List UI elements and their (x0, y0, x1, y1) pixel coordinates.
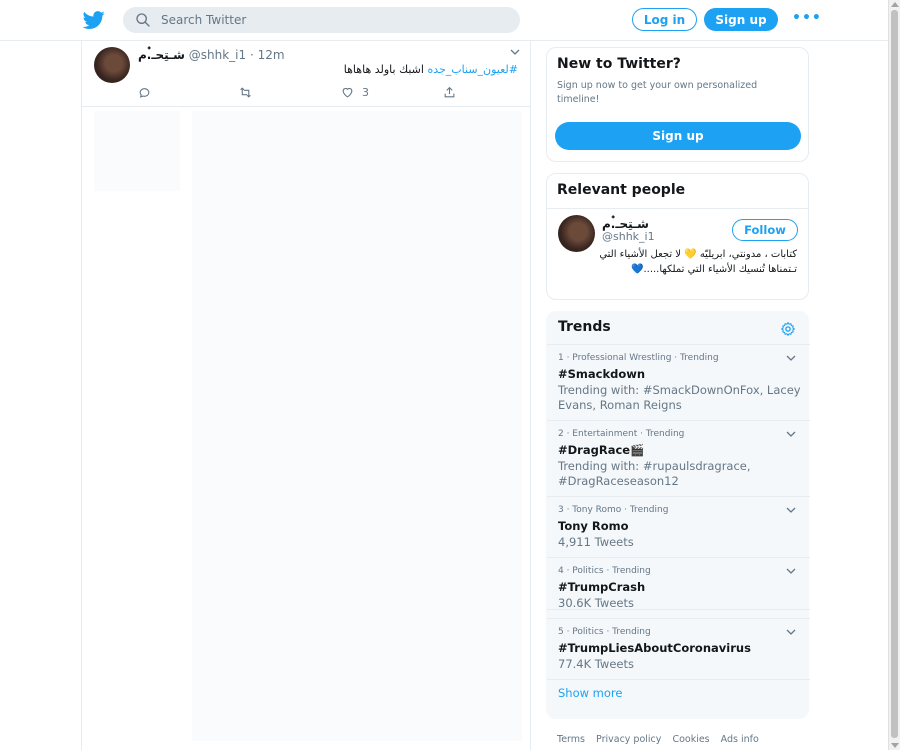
trend-subtext: 4,911 Tweets (558, 535, 634, 549)
sidebar: New to Twitter? Sign up now to get your … (546, 47, 810, 730)
signup-button[interactable]: Sign up (704, 8, 778, 31)
footer-links: Terms Privacy policy Cookies Ads info (557, 734, 767, 745)
chevron-down-icon[interactable] (786, 429, 796, 439)
trend-name: Tony Romo (558, 519, 629, 533)
chevron-down-icon[interactable] (786, 505, 796, 515)
tweet-header: شـتِحـ๋.م @shhk_i1 · 12m (138, 46, 285, 65)
divider (547, 208, 808, 209)
tweet-author-handle[interactable]: @shhk_i1 (189, 48, 246, 62)
scroll-down-arrow-icon[interactable] (891, 743, 899, 748)
timeline: شـتِحـ๋.م @shhk_i1 · 12m #لعيون_سناب_جده… (81, 41, 531, 750)
trend-item[interactable]: 2 · Entertainment · Trending #DragRace🎬 … (547, 420, 810, 496)
more-options-icon[interactable]: ••• (792, 10, 822, 26)
trend-meta: 5 · Politics · Trending (558, 627, 651, 637)
scrollbar[interactable] (888, 0, 900, 750)
trend-meta: 4 · Politics · Trending (558, 566, 651, 576)
twitter-bird-icon[interactable] (83, 9, 105, 31)
trend-subtext: 30.6K Tweets (558, 596, 634, 610)
follow-button[interactable]: Follow (732, 219, 798, 241)
login-button[interactable]: Log in (632, 8, 697, 31)
tweet-text: #لعيون_سناب_جده اشبك باولد هاهاها (344, 63, 518, 76)
trend-name: #TrumpCrash (558, 580, 646, 594)
relevant-people-title: Relevant people (557, 182, 686, 198)
new-to-twitter-title: New to Twitter? (557, 56, 681, 72)
chevron-down-icon[interactable] (786, 566, 796, 576)
sidebar-signup-button[interactable]: Sign up (555, 122, 801, 150)
tweet-body: اشبك باولد هاهاها (343, 63, 428, 76)
trend-item[interactable]: 5 · Politics · Trending #TrumpLiesAboutC… (547, 618, 810, 679)
trend-item[interactable]: 1 · Professional Wrestling · Trending #S… (547, 344, 810, 420)
new-to-twitter-description: Sign up now to get your own personalized… (557, 80, 758, 105)
trend-meta: 3 · Tony Romo · Trending (558, 505, 669, 515)
search-input[interactable] (161, 13, 491, 27)
chevron-down-icon[interactable] (786, 627, 796, 637)
gear-icon[interactable] (780, 321, 796, 337)
chevron-down-icon[interactable] (510, 47, 520, 57)
scroll-up-arrow-icon[interactable] (891, 2, 899, 7)
top-bar: Log in Sign up ••• (0, 0, 888, 41)
trend-meta: 1 · Professional Wrestling · Trending (558, 353, 719, 363)
search-box[interactable] (123, 7, 520, 33)
trend-name: #DragRace🎬 (558, 443, 645, 457)
show-more-link[interactable]: Show more (558, 686, 622, 700)
trend-subtext: Trending with: #rupaulsdragrace, #DragRa… (558, 459, 751, 488)
trend-subtext: 77.4K Tweets (558, 657, 634, 671)
new-to-twitter-card: New to Twitter? Sign up now to get your … (546, 47, 809, 162)
search-icon (136, 13, 150, 27)
tweet-author-name[interactable]: شـتِحـ๋.م (138, 48, 185, 62)
trends-divider (547, 679, 810, 680)
share-button[interactable] (443, 85, 456, 99)
trends-card: Trends 1 · Professional Wrestling · Tren… (546, 311, 810, 719)
footer-link-cookies[interactable]: Cookies (672, 734, 709, 745)
heart-icon (342, 87, 353, 97)
trend-name: #TrumpLiesAboutCoronavirus (558, 641, 751, 655)
retweet-button[interactable] (239, 85, 260, 99)
like-count: 3 (362, 85, 369, 99)
share-icon (444, 86, 455, 97)
tweet[interactable]: شـتِحـ๋.م @shhk_i1 · 12m #لعيون_سناب_جده… (82, 41, 530, 107)
tweet-hashtag-link[interactable]: #لعيون_سناب_جده (427, 63, 518, 76)
tweet-timestamp[interactable]: 12m (258, 48, 285, 62)
footer-link-ads-info[interactable]: Ads info (721, 734, 759, 745)
footer-link-privacy[interactable]: Privacy policy (596, 734, 661, 745)
avatar[interactable] (558, 215, 595, 252)
trend-meta: 2 · Entertainment · Trending (558, 429, 685, 439)
retweet-icon (240, 86, 251, 98)
tweet-actions: 3 (138, 85, 478, 101)
relevant-people-card: Relevant people شـتِحـ๋.م @shhk_i1 Follo… (546, 173, 809, 300)
scrollbar-thumb[interactable] (891, 10, 898, 738)
person-handle[interactable]: @shhk_i1 (602, 230, 655, 243)
chevron-down-icon[interactable] (786, 353, 796, 363)
trend-subtext: Trending with: #SmackDownOnFox, Lacey Ev… (558, 383, 801, 412)
footer-link-terms[interactable]: Terms (557, 734, 585, 745)
trend-name: #Smackdown (558, 367, 646, 381)
reply-button[interactable] (138, 85, 159, 99)
like-button[interactable]: 3 (341, 85, 369, 99)
loading-placeholder (192, 111, 522, 741)
person-bio: كتابات ، مدونتي، ابريليّه 💛 لا تجعل الأش… (599, 249, 797, 275)
reply-icon (139, 87, 150, 98)
trends-title: Trends (558, 319, 611, 335)
trend-item[interactable]: 4 · Politics · Trending #TrumpCrash 30.6… (547, 557, 810, 618)
tweet-separator: · (249, 48, 254, 62)
trend-item[interactable]: 3 · Tony Romo · Trending Tony Romo 4,911… (547, 496, 810, 557)
loading-placeholder (94, 111, 180, 191)
avatar[interactable] (94, 47, 130, 83)
